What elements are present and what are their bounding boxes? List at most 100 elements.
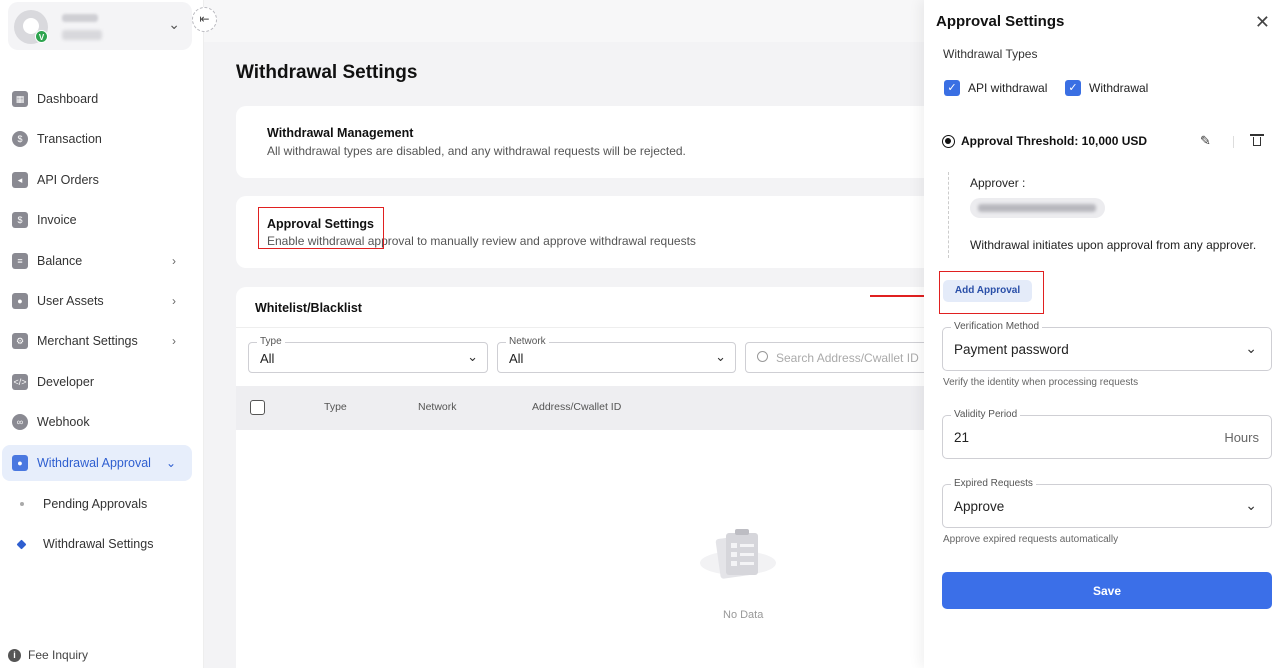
expired-requests-label: Expired Requests bbox=[951, 478, 1036, 489]
sidebar-item-dashboard[interactable]: ▦ Dashboard bbox=[0, 81, 192, 117]
invoice-icon: $ bbox=[12, 212, 28, 228]
whitelist-card: Whitelist/Blacklist Type All ⌄ Network A… bbox=[236, 287, 945, 668]
close-icon[interactable]: ✕ bbox=[1255, 12, 1270, 33]
sidebar-subitem-label: Withdrawal Settings bbox=[43, 537, 154, 551]
network-select[interactable]: Network All ⌄ bbox=[497, 336, 736, 373]
type-select-value: All bbox=[260, 351, 275, 366]
verification-method-label: Verification Method bbox=[951, 321, 1043, 332]
chevron-down-icon: ⌄ bbox=[467, 349, 478, 364]
sidebar-item-label: User Assets bbox=[37, 294, 104, 308]
checkmark-icon: ✓ bbox=[944, 80, 960, 96]
approver-chip-blurred bbox=[970, 198, 1105, 218]
chevron-down-icon: ⌄ bbox=[1245, 497, 1257, 513]
withdrawal-management-title: Withdrawal Management bbox=[267, 126, 414, 140]
withdrawal-management-card[interactable]: Withdrawal Management All withdrawal typ… bbox=[236, 106, 936, 178]
sidebar-item-label: Merchant Settings bbox=[37, 334, 138, 348]
chevron-right-icon: › bbox=[172, 334, 176, 348]
empty-state-text: No Data bbox=[723, 609, 764, 621]
transaction-icon: $ bbox=[12, 131, 28, 147]
empty-clipboard-icon bbox=[700, 529, 776, 579]
divider bbox=[236, 327, 936, 328]
withdrawal-types-label: Withdrawal Types bbox=[943, 47, 1038, 61]
type-select-label: Type bbox=[257, 336, 285, 347]
sidebar-item-developer[interactable]: </> Developer bbox=[0, 364, 192, 400]
bullet-icon bbox=[20, 502, 24, 506]
withdrawal-approval-icon: ● bbox=[12, 455, 28, 471]
sidebar-item-withdrawal-approval[interactable]: ● Withdrawal Approval ⌄ bbox=[2, 445, 192, 481]
dashboard-icon: ▦ bbox=[12, 91, 28, 107]
network-select-label: Network bbox=[506, 336, 549, 347]
verification-method-hint: Verify the identity when processing requ… bbox=[943, 377, 1139, 388]
column-header-type: Type bbox=[324, 401, 347, 413]
withdrawal-checkbox[interactable]: ✓ Withdrawal bbox=[1065, 80, 1148, 96]
verification-method-select[interactable]: Verification Method Payment password ⌄ bbox=[942, 321, 1272, 371]
withdrawal-label: Withdrawal bbox=[1089, 81, 1149, 95]
sidebar-item-merchant-settings[interactable]: ⚙ Merchant Settings › bbox=[0, 323, 192, 359]
sidebar-item-invoice[interactable]: $ Invoice bbox=[0, 202, 192, 238]
sidebar-subitem-label: Pending Approvals bbox=[43, 497, 148, 511]
fee-inquiry-link[interactable]: i Fee Inquiry bbox=[8, 648, 88, 662]
select-all-checkbox[interactable] bbox=[250, 400, 265, 415]
divider bbox=[1233, 136, 1234, 148]
chevron-right-icon: › bbox=[172, 254, 176, 268]
pencil-icon[interactable]: ✎ bbox=[1200, 133, 1211, 149]
api-withdrawal-label: API withdrawal bbox=[968, 81, 1048, 95]
trash-icon[interactable] bbox=[1250, 134, 1264, 146]
drawer-title: Approval Settings bbox=[936, 13, 1065, 30]
page-title: Withdrawal Settings bbox=[236, 62, 418, 83]
search-icon bbox=[757, 351, 768, 362]
validity-period-input[interactable]: Validity Period 21 Hours bbox=[942, 409, 1272, 459]
search-placeholder: Search Address/Cwallet ID bbox=[776, 351, 919, 365]
sidebar-item-user-assets[interactable]: ● User Assets › bbox=[0, 283, 192, 319]
withdrawal-management-desc: All withdrawal types are disabled, and a… bbox=[267, 144, 686, 158]
approver-note: Withdrawal initiates upon approval from … bbox=[970, 238, 1257, 252]
approver-label: Approver : bbox=[970, 176, 1026, 190]
sidebar-subitem-pending-approvals[interactable]: Pending Approvals bbox=[0, 489, 192, 519]
verified-badge: V bbox=[35, 30, 48, 43]
account-name-blurred bbox=[62, 14, 98, 22]
sidebar-item-api-orders[interactable]: ◂ API Orders bbox=[0, 162, 192, 198]
balance-icon: ≡ bbox=[12, 253, 28, 269]
api-withdrawal-checkbox[interactable]: ✓ API withdrawal bbox=[944, 80, 1047, 96]
sidebar-item-balance[interactable]: ≡ Balance › bbox=[0, 243, 192, 279]
column-header-network: Network bbox=[418, 401, 457, 413]
account-id-blurred bbox=[62, 30, 102, 40]
sidebar-item-label: Balance bbox=[37, 254, 83, 268]
sidebar-item-label: Webhook bbox=[37, 415, 90, 429]
annotation-highlight bbox=[939, 271, 1044, 314]
merchant-settings-icon: ⚙ bbox=[12, 333, 28, 349]
sidebar-item-label: Developer bbox=[37, 375, 94, 389]
expired-requests-select[interactable]: Expired Requests Approve ⌄ bbox=[942, 478, 1272, 528]
account-switcher[interactable]: V ⌄ bbox=[8, 2, 192, 50]
chevron-down-icon[interactable]: ⌄ bbox=[168, 16, 180, 33]
threshold-label: Approval Threshold: 10,000 USD bbox=[961, 134, 1148, 148]
fee-inquiry-label: Fee Inquiry bbox=[28, 648, 89, 662]
sidebar-item-label: Transaction bbox=[37, 132, 102, 146]
chevron-down-icon: ⌄ bbox=[1245, 340, 1257, 356]
search-input[interactable]: Search Address/Cwallet ID bbox=[745, 342, 945, 373]
sidebar-item-webhook[interactable]: ∞ Webhook bbox=[0, 404, 192, 440]
developer-icon: </> bbox=[12, 374, 28, 390]
save-button[interactable]: Save bbox=[942, 572, 1272, 609]
sidebar-item-label: API Orders bbox=[37, 173, 99, 187]
sidebar-item-label: Invoice bbox=[37, 213, 77, 227]
network-select-value: All bbox=[509, 351, 524, 366]
api-orders-icon: ◂ bbox=[12, 172, 28, 188]
validity-period-suffix: Hours bbox=[1224, 430, 1259, 445]
webhook-icon: ∞ bbox=[12, 414, 28, 430]
expired-requests-value: Approve bbox=[954, 499, 1005, 514]
table-header: Type Network Address/Cwallet ID bbox=[236, 386, 936, 430]
info-icon: i bbox=[8, 648, 21, 662]
sidebar-item-label: Dashboard bbox=[37, 92, 99, 106]
expired-requests-hint: Approve expired requests automatically bbox=[943, 534, 1119, 545]
threshold-radio[interactable] bbox=[942, 135, 955, 148]
collapse-sidebar-button[interactable]: ⇤ bbox=[192, 7, 217, 32]
sidebar-subitem-withdrawal-settings[interactable]: Withdrawal Settings bbox=[0, 529, 192, 559]
type-select[interactable]: Type All ⌄ bbox=[248, 336, 488, 373]
verification-method-value: Payment password bbox=[954, 342, 1069, 357]
chevron-right-icon: › bbox=[172, 294, 176, 308]
chevron-down-icon: ⌄ bbox=[715, 349, 726, 364]
active-bullet-icon bbox=[16, 539, 27, 549]
sidebar-item-transaction[interactable]: $ Transaction bbox=[0, 121, 192, 157]
user-assets-icon: ● bbox=[12, 293, 28, 309]
